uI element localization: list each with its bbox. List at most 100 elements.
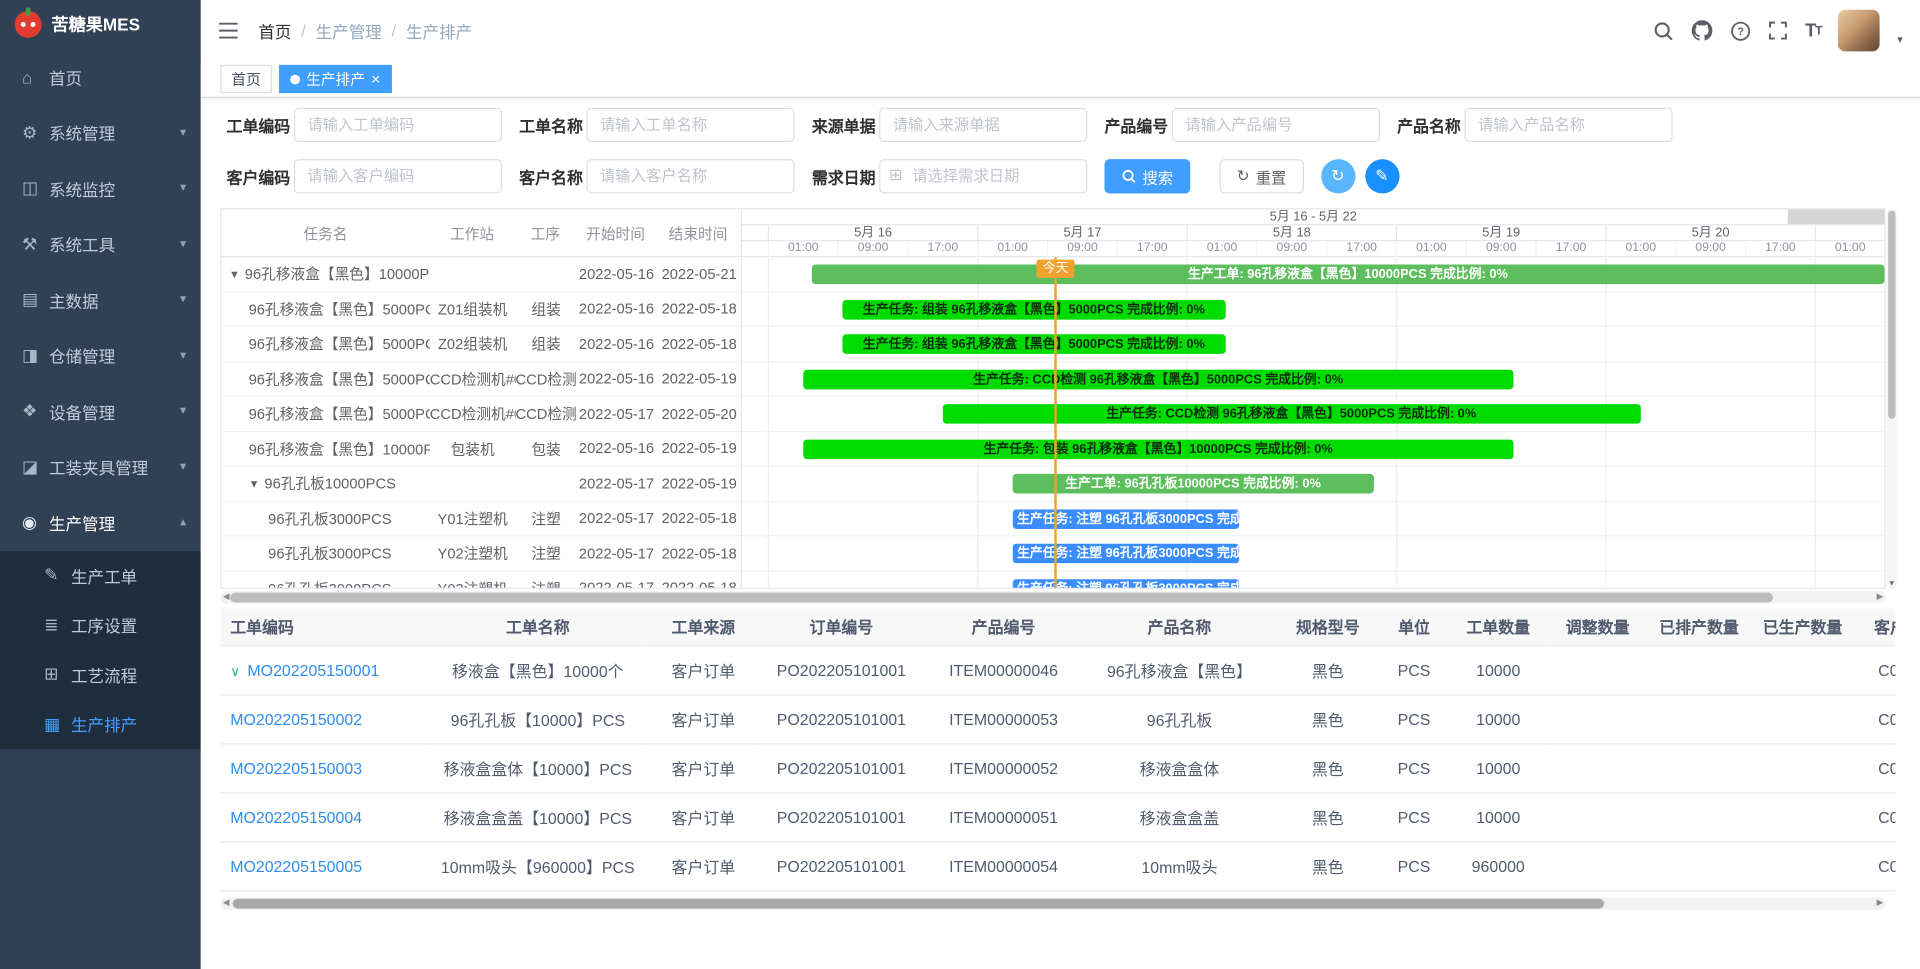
gantt-task-cell: 2022-05-17	[577, 475, 657, 492]
sidebar-item-system-monitor[interactable]: ◫系统监控▾	[0, 160, 201, 216]
filter-input-work-order-name[interactable]	[587, 108, 795, 142]
orders-hscroll-thumb[interactable]	[233, 899, 1604, 909]
gantt-task-bar[interactable]: 生产任务: 注塑 96孔孔板3000PCS 完成	[1012, 509, 1239, 529]
gantt-bar-label: 生产任务: 组装 96孔移液盒【黑色】5000PCS 完成比例: 0%	[858, 334, 1210, 354]
filter-input-product-name[interactable]	[1464, 108, 1672, 142]
orders-cell	[1751, 645, 1854, 694]
sidebar-item-fixture[interactable]: ◪工装夹具管理▾	[0, 439, 201, 495]
help-icon[interactable]: ?	[1730, 20, 1751, 41]
gantt-task-bar[interactable]: 生产任务: 注塑 96孔孔板3000PCS 完成	[1012, 579, 1239, 588]
scroll-right-icon[interactable]: ▶	[1877, 591, 1884, 603]
collapse-arrow-icon[interactable]: ▼	[229, 268, 240, 280]
gantt-task-bar[interactable]: 生产任务: 组装 96孔移液盒【黑色】5000PCS 完成比例: 0%	[842, 334, 1226, 354]
search-icon[interactable]	[1653, 20, 1674, 41]
sidebar-item-home[interactable]: ⌂首页	[0, 49, 201, 105]
gantt-order-bar[interactable]: 生产工单: 96孔移液盒【黑色】10000PCS 完成比例: 0%	[811, 264, 1884, 284]
breadcrumb-item[interactable]: 生产管理	[316, 18, 382, 42]
filter-field-product-name: 产品名称	[1397, 108, 1673, 142]
filter-input-product-code[interactable]	[1172, 108, 1380, 142]
orders-row[interactable]: MO20220515000296孔孔板【10000】PCS客户订单PO20220…	[220, 694, 1895, 743]
gantt-task-row[interactable]: 96孔移液盒【黑色】5000PCSZ02组装机组装2022-05-162022-…	[222, 327, 741, 362]
orders-cell: PO202205101001	[759, 792, 925, 841]
gantt-task-row[interactable]: 96孔移液盒【黑色】5000PCSCCD检测机#01CCD检测2022-05-1…	[222, 362, 741, 397]
menu-fold-icon[interactable]	[218, 22, 239, 39]
orders-row[interactable]: MO202205150004移液盒盒盖【10000】PCS客户订单PO20220…	[220, 792, 1895, 841]
gantt-task-row[interactable]: ▼96孔孔板10000PCS2022-05-172022-05-19	[222, 467, 741, 502]
chevron-down-icon: ▾	[180, 182, 186, 195]
filter-input-customer-code[interactable]	[294, 159, 502, 193]
app-logo-icon	[15, 11, 42, 38]
gantt-task-bar[interactable]: 生产任务: CCD检测 96孔移液盒【黑色】5000PCS 完成比例: 0%	[803, 369, 1514, 389]
sidebar-item-equipment[interactable]: ❖设备管理▾	[0, 383, 201, 439]
gantt-column-header: 任务名	[222, 222, 430, 243]
reset-icon: ↻	[1237, 169, 1250, 184]
gantt-vscroll-thumb[interactable]	[1888, 211, 1895, 419]
sidebar-item-warehouse[interactable]: ◨仓储管理▾	[0, 328, 201, 384]
gantt-hscrollbar[interactable]: ◀ ▶	[220, 591, 1885, 603]
sidebar-item-system-admin[interactable]: ⚙系统管理▾	[0, 105, 201, 161]
sidebar-item-master-data[interactable]: ▤主数据▾	[0, 272, 201, 328]
close-icon[interactable]: ×	[371, 71, 380, 87]
app-logo[interactable]: 苦糖果MES	[0, 0, 201, 49]
sidebar-item-production[interactable]: ◉生产管理▴	[0, 495, 201, 551]
orders-row[interactable]: MO20220515000510mm吸头【960000】PCS客户订单PO202…	[220, 841, 1895, 890]
orders-cell: PCS	[1380, 743, 1449, 792]
gantt-bar-label: 生产工单: 96孔移液盒【黑色】10000PCS 完成比例: 0%	[1183, 264, 1513, 284]
tab-home[interactable]: 首页	[220, 65, 271, 93]
breadcrumb-item[interactable]: 首页	[258, 18, 291, 42]
search-button[interactable]: 搜索	[1104, 159, 1190, 193]
gantt-task-bar[interactable]: 生产任务: 注塑 96孔孔板3000PCS 完成	[1012, 544, 1239, 564]
sidebar-subitem-work-order[interactable]: ✎生产工单	[0, 550, 201, 600]
sidebar-subitem-process-settings[interactable]: ≣工序设置	[0, 600, 201, 650]
orders-cell: PO202205101001	[759, 841, 925, 890]
gantt-task-row[interactable]: 96孔移液盒【黑色】5000PCSZ01组装机组装2022-05-162022-…	[222, 292, 741, 327]
gantt-task-row[interactable]: ▼96孔移液盒【黑色】10000PCS2022-05-162022-05-21	[222, 257, 741, 292]
gantt-range-header: 5月 16 - 5月 22	[742, 209, 1884, 225]
gantt-task-row[interactable]: 96孔移液盒【黑色】10000PCS包装机包装2022-05-162022-05…	[222, 432, 741, 467]
orders-row[interactable]: ∨MO202205150001移液盒【黑色】10000个客户订单PO202205…	[220, 645, 1895, 694]
filter-input-work-order-code[interactable]	[294, 108, 502, 142]
scroll-down-icon[interactable]: ▼	[1887, 579, 1897, 589]
filter-input-source-doc[interactable]	[879, 108, 1087, 142]
filter-input-demand-date[interactable]	[879, 159, 1087, 193]
gantt-task-bar[interactable]: 生产任务: 组装 96孔移液盒【黑色】5000PCS 完成比例: 0%	[842, 299, 1226, 319]
edit-button[interactable]: ✎	[1365, 159, 1399, 193]
sidebar-item-system-tools[interactable]: ⚒系统工具▾	[0, 216, 201, 272]
refresh-button[interactable]: ↻	[1321, 159, 1355, 193]
orders-cell	[1647, 645, 1750, 694]
order-link[interactable]: MO202205150005	[230, 857, 362, 875]
tab-production-schedule[interactable]: 生产排产×	[279, 65, 391, 93]
gantt-vscrollbar[interactable]: ▼	[1887, 208, 1897, 589]
order-link[interactable]: MO202205150001	[247, 661, 379, 679]
scroll-right-icon[interactable]: ▶	[1877, 898, 1884, 910]
orders-row[interactable]: MO202205150003移液盒盒体【10000】PCS客户订单PO20220…	[220, 743, 1895, 792]
user-avatar[interactable]	[1839, 10, 1881, 52]
gantt-hscroll-thumb[interactable]	[230, 593, 1773, 603]
gantt-task-cell: 2022-05-17	[577, 510, 657, 527]
orders-hscrollbar[interactable]: ◀ ▶	[220, 898, 1885, 910]
orders-cell: 移液盒【黑色】10000个	[427, 645, 648, 694]
gantt-task-bar[interactable]: 生产任务: CCD检测 96孔移液盒【黑色】5000PCS 完成比例: 0%	[942, 404, 1640, 424]
scroll-left-icon[interactable]: ◀	[223, 898, 230, 910]
filter-input-customer-name[interactable]	[587, 159, 795, 193]
collapse-arrow-icon[interactable]: ▼	[249, 477, 260, 489]
order-link[interactable]: MO202205150003	[230, 759, 362, 777]
avatar-caret-icon[interactable]: ▾	[1897, 33, 1903, 46]
scroll-left-icon[interactable]: ◀	[223, 591, 230, 603]
gantt-task-row[interactable]: 96孔孔板3000PCSY01注塑机注塑2022-05-172022-05-18	[222, 501, 741, 536]
order-link[interactable]: MO202205150004	[230, 808, 362, 826]
gantt-task-row[interactable]: 96孔移液盒【黑色】5000PCSCCD检测机#02CCD检测2022-05-1…	[222, 397, 741, 432]
expand-chevron-icon[interactable]: ∨	[230, 664, 240, 679]
fullscreen-icon[interactable]	[1768, 21, 1788, 41]
font-size-icon[interactable]: TT	[1805, 20, 1821, 41]
order-link[interactable]: MO202205150002	[230, 710, 362, 728]
github-icon[interactable]	[1691, 20, 1713, 42]
gantt-task-name: 96孔移液盒【黑色】5000PCS	[222, 403, 430, 424]
gantt-order-bar[interactable]: 生产工单: 96孔孔板10000PCS 完成比例: 0%	[1012, 474, 1374, 494]
reset-button[interactable]: ↻ 重置	[1220, 159, 1304, 193]
sidebar-subitem-process-flow[interactable]: ⊞工艺流程	[0, 650, 201, 700]
gantt-task-bar[interactable]: 生产任务: 包装 96孔移液盒【黑色】10000PCS 完成比例: 0%	[803, 439, 1514, 459]
gantt-task-row[interactable]: 96孔孔板3000PCSY03注塑机注塑2022-05-172022-05-18	[222, 571, 741, 588]
sidebar-subitem-production-schedule[interactable]: ▦生产排产	[0, 699, 201, 749]
gantt-task-row[interactable]: 96孔孔板3000PCSY02注塑机注塑2022-05-172022-05-18	[222, 536, 741, 571]
